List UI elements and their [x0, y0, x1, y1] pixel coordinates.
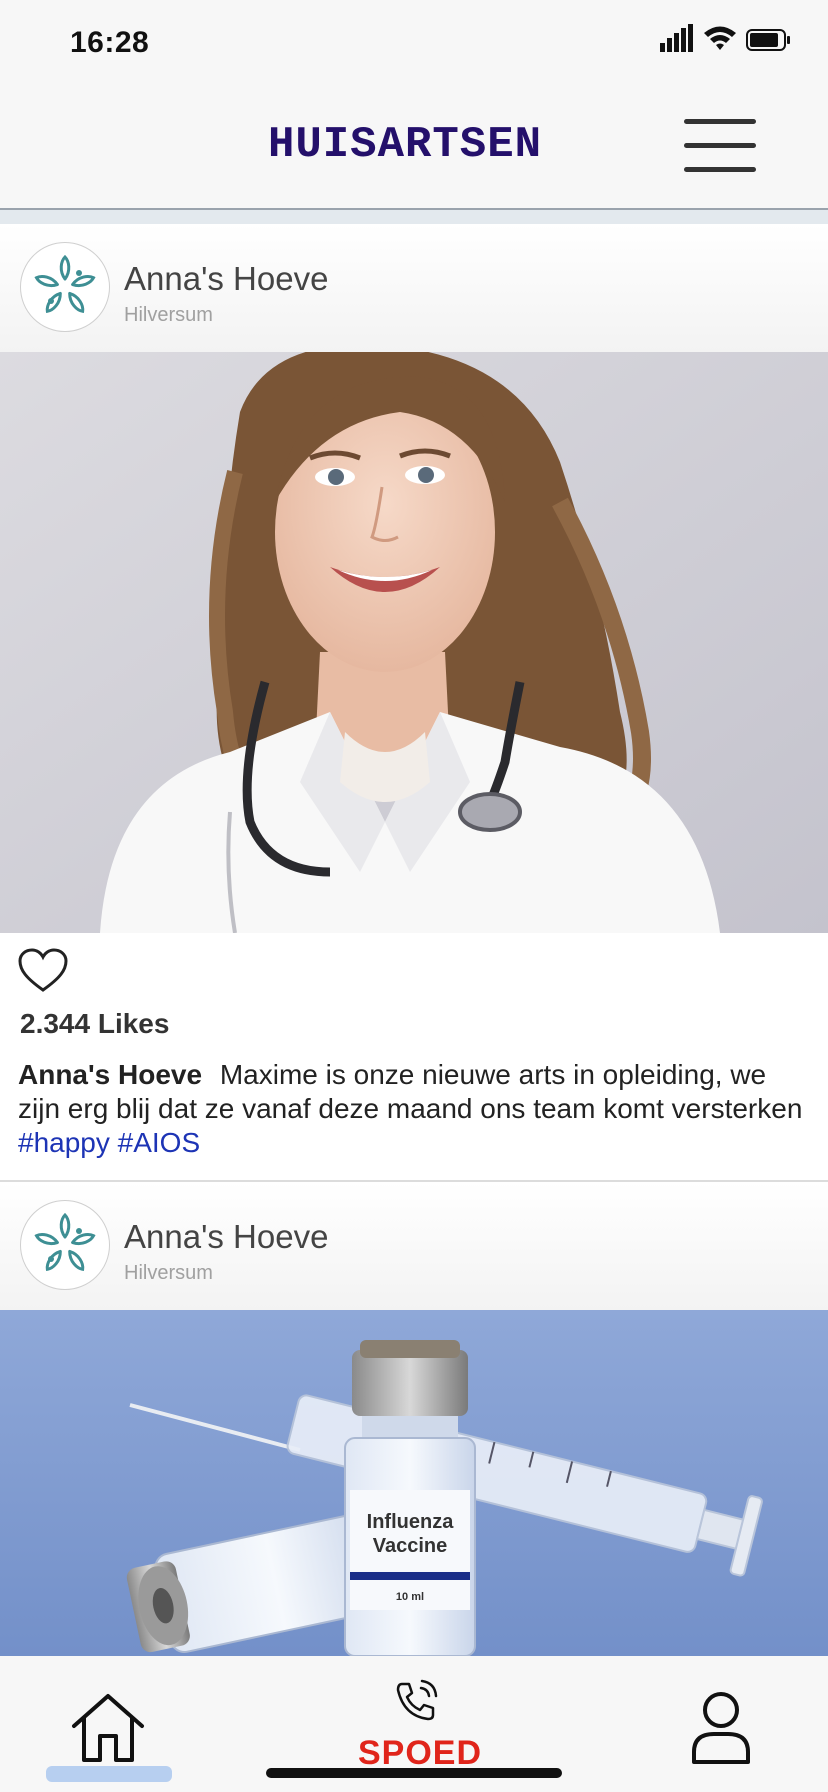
post-location: Hilversum — [124, 1262, 213, 1284]
nav-profile-button[interactable] — [690, 1690, 752, 1766]
doctor-photo — [0, 352, 828, 933]
battery-icon — [746, 29, 790, 51]
menu-line-icon — [684, 119, 756, 124]
post-image-vaccine[interactable]: Influenza Vaccine 10 ml — [0, 1310, 828, 1656]
vial-label-line1: Influenza — [367, 1511, 455, 1533]
caption-author[interactable]: Anna's Hoeve — [18, 1059, 202, 1090]
vaccine-photo: Influenza Vaccine 10 ml — [0, 1310, 828, 1656]
vial-label-line2: Vaccine — [373, 1535, 448, 1557]
header-separator — [0, 210, 828, 224]
likes-count[interactable]: 2.344 Likes — [20, 1008, 169, 1040]
phone-ringing-icon — [396, 1679, 438, 1721]
flower-logo-icon — [34, 1212, 96, 1271]
post-header[interactable]: Anna's Hoeve Hilversum — [0, 224, 828, 352]
flower-logo-icon — [34, 254, 96, 313]
post-image-doctor[interactable] — [0, 352, 828, 933]
app-header: HUISARTSEN — [0, 88, 828, 210]
active-tab-indicator — [46, 1766, 172, 1782]
status-time: 16:28 — [70, 26, 150, 59]
hashtag-link[interactable]: #happy — [18, 1127, 110, 1158]
nav-home-button[interactable] — [70, 1692, 146, 1764]
post-author[interactable]: Anna's Hoeve — [124, 1218, 328, 1256]
menu-line-icon — [684, 143, 756, 148]
post-caption: Anna's Hoeve Maxime is onze nieuwe arts … — [18, 1058, 808, 1160]
practice-logo-avatar[interactable] — [20, 242, 110, 332]
cellular-signal-icon — [660, 24, 693, 52]
home-icon — [72, 1694, 144, 1762]
post-author[interactable]: Anna's Hoeve — [124, 260, 328, 298]
user-profile-icon — [692, 1692, 750, 1764]
status-bar: 16:28 — [0, 0, 828, 88]
post-location: Hilversum — [124, 304, 213, 326]
system-home-indicator[interactable] — [266, 1768, 562, 1778]
bottom-nav: SPOED — [0, 1656, 828, 1792]
hashtag-link[interactable]: #AIOS — [118, 1127, 200, 1158]
spoed-emergency-button[interactable]: SPOED — [340, 1678, 500, 1778]
menu-line-icon — [684, 167, 756, 172]
heart-like-icon[interactable] — [18, 948, 68, 994]
practice-logo-avatar[interactable] — [20, 1200, 110, 1290]
wifi-icon — [704, 26, 736, 50]
post-header[interactable]: Anna's Hoeve Hilversum — [0, 1182, 828, 1310]
vial-volume: 10 ml — [396, 1591, 424, 1603]
hamburger-menu-button[interactable] — [684, 116, 758, 172]
